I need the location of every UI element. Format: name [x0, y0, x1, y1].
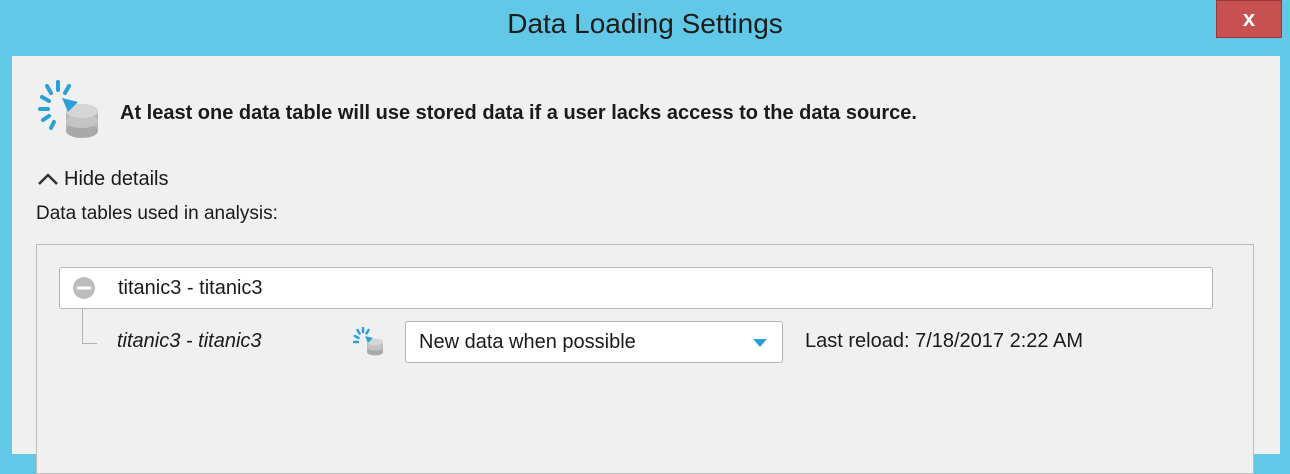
collapse-minus-icon[interactable]: [72, 276, 96, 300]
dropdown-arrow-icon: [753, 339, 767, 347]
loading-option-value: New data when possible: [419, 331, 636, 353]
data-tables-panel: titanic3 - titanic3 titanic3 - titanic3 …: [36, 244, 1254, 474]
hide-details-label: Hide details: [64, 167, 169, 190]
tree-connector: [82, 309, 97, 344]
table-group-row[interactable]: titanic3 - titanic3: [59, 267, 1213, 309]
chevron-up-icon: [38, 173, 58, 185]
window-title: Data Loading Settings: [507, 8, 783, 39]
stored-data-icon: [38, 80, 98, 138]
last-reload-text: Last reload: 7/18/2017 2:22 AM: [805, 330, 1083, 352]
table-group-title: titanic3 - titanic3: [118, 277, 263, 299]
hide-details-toggle[interactable]: Hide details: [36, 167, 169, 191]
dialog-body: At least one data table will use stored …: [12, 56, 1280, 474]
close-button[interactable]: x: [1216, 0, 1282, 38]
close-icon: x: [1242, 6, 1256, 31]
child-table-name: titanic3 - titanic3: [117, 330, 262, 352]
loading-option-select[interactable]: New data when possible: [405, 321, 783, 363]
title-bar: Data Loading Settings x: [0, 0, 1290, 54]
stored-data-icon: [353, 327, 383, 356]
tables-label: Data tables used in analysis:: [36, 203, 278, 224]
info-message: At least one data table will use stored …: [120, 102, 917, 124]
